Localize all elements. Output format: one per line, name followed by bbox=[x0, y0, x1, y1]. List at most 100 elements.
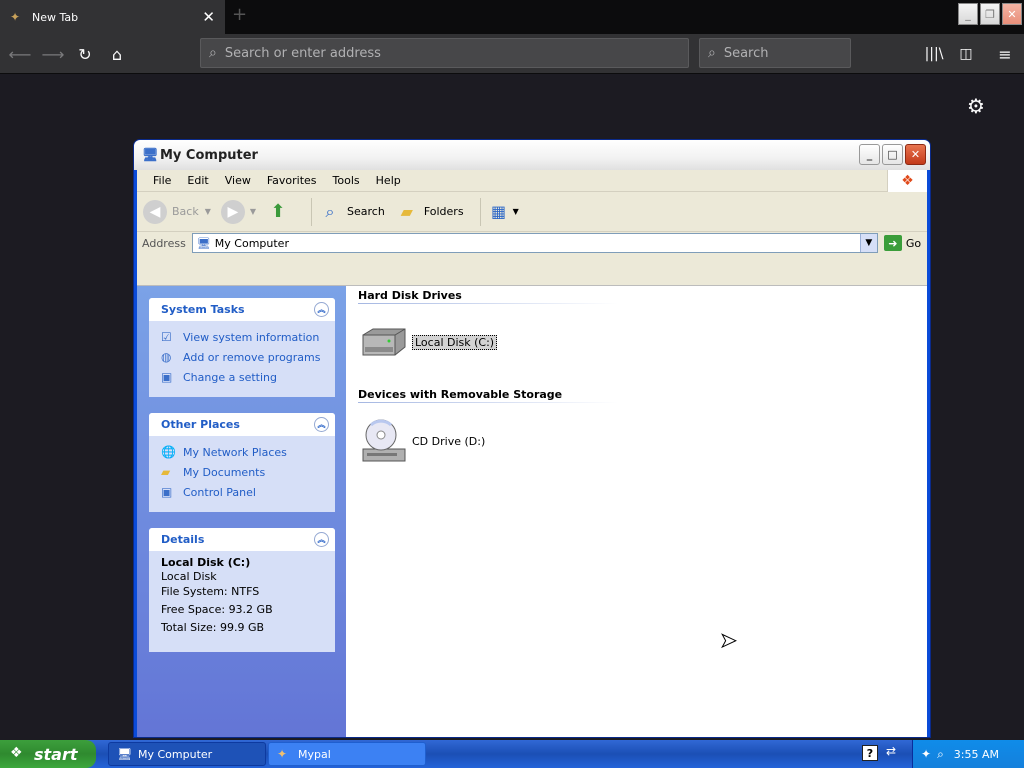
search-placeholder: Search bbox=[723, 45, 769, 61]
go-arrow-icon: ➜ bbox=[883, 235, 902, 251]
sidebar-icon[interactable]: ◫ bbox=[955, 43, 977, 65]
other-places-header[interactable]: Other Places ︽ bbox=[149, 413, 335, 436]
forward-arrow-icon[interactable]: ⟶ bbox=[42, 43, 65, 65]
help-icon[interactable]: ? bbox=[862, 745, 878, 761]
tab-new-tab[interactable]: ✦ New Tab ✕ bbox=[0, 0, 225, 34]
folders-button[interactable]: ▰ Folders bbox=[395, 200, 464, 224]
views-dropdown-icon[interactable]: ▼ bbox=[513, 207, 519, 216]
my-computer-window: 🖥 My Computer _ □ ✕ File Edit View Favor… bbox=[133, 139, 931, 738]
menu-tools[interactable]: Tools bbox=[325, 174, 368, 187]
window-title: My Computer bbox=[160, 147, 258, 163]
system-tasks-title: System Tasks bbox=[161, 303, 245, 316]
forward-button[interactable]: ▶ ▼ bbox=[220, 199, 256, 224]
address-label: Address bbox=[142, 236, 186, 250]
gear-icon[interactable]: ⚙ bbox=[967, 94, 985, 118]
network-places-icon: 🌐 bbox=[161, 445, 176, 459]
collapse-chevron-icon[interactable]: ︽ bbox=[314, 302, 329, 317]
search-button[interactable]: ⌕ Search bbox=[318, 200, 385, 224]
menu-help[interactable]: Help bbox=[368, 174, 409, 187]
computer-icon: 🖥 bbox=[117, 747, 133, 761]
network-icon[interactable]: ⇄ bbox=[886, 744, 896, 758]
drive-label: Local Disk (C:) bbox=[412, 334, 498, 350]
start-button[interactable]: ❖ start bbox=[0, 740, 96, 768]
search-icon: ⌕ bbox=[209, 45, 217, 61]
details-panel: Details ︽ Local Disk (C:) Local Disk Fil… bbox=[149, 528, 335, 652]
menu-view[interactable]: View bbox=[217, 174, 259, 187]
drive-cd-d[interactable]: CD Drive (D:) bbox=[358, 416, 485, 466]
menu-file[interactable]: File bbox=[145, 174, 179, 187]
windows-flag-icon: ❖ bbox=[10, 745, 23, 761]
xp-maximize-button[interactable]: □ bbox=[882, 144, 903, 165]
taskbar-item-label: Mypal bbox=[298, 747, 331, 761]
back-button[interactable]: ◀ Back ▼ bbox=[143, 199, 211, 224]
taskbar: ❖ start 🖥 My Computer ✦ Mypal ? ⇄ ✦ ⌕ 3:… bbox=[0, 740, 1024, 768]
start-label: start bbox=[34, 744, 78, 764]
collapse-chevron-icon[interactable]: ︽ bbox=[314, 532, 329, 547]
up-folder-icon: ⬆ bbox=[270, 201, 286, 222]
other-places-panel: Other Places ︽ 🌐 My Network Places ▰ My … bbox=[149, 413, 335, 512]
forward-dropdown-icon[interactable]: ▼ bbox=[250, 207, 256, 216]
up-folder-button[interactable]: ⬆ bbox=[266, 200, 295, 224]
address-dropdown-icon[interactable]: ▼ bbox=[859, 234, 877, 252]
details-type: Local Disk bbox=[161, 570, 217, 583]
group-divider bbox=[358, 402, 618, 403]
window-body: File Edit View Favorites Tools Help ❖ ◀ … bbox=[137, 170, 927, 737]
taskbar-item-my-computer[interactable]: 🖥 My Computer bbox=[108, 742, 266, 766]
menu-icon[interactable]: ≡ bbox=[994, 43, 1016, 65]
details-header[interactable]: Details ︽ bbox=[149, 528, 335, 551]
place-label: My Documents bbox=[183, 465, 266, 479]
task-add-remove-programs[interactable]: ◍ Add or remove programs bbox=[149, 347, 335, 367]
task-change-setting[interactable]: ▣ Change a setting bbox=[149, 367, 335, 387]
browser-tab-bar: ✦ New Tab ✕ + _ ❐ ✕ bbox=[0, 0, 1024, 34]
close-tab-icon[interactable]: ✕ bbox=[202, 8, 215, 26]
new-tab-button[interactable]: + bbox=[232, 4, 247, 25]
search-bar[interactable]: ⌕ Search bbox=[699, 38, 851, 68]
drive-local-disk-c[interactable]: Local Disk (C:) bbox=[358, 317, 498, 367]
toolbar-separator bbox=[479, 197, 481, 226]
task-view-system-info[interactable]: ☑ View system information bbox=[149, 327, 335, 347]
details-body: Local Disk (C:) Local Disk File System: … bbox=[149, 551, 335, 647]
menu-edit[interactable]: Edit bbox=[179, 174, 216, 187]
menu-favorites[interactable]: Favorites bbox=[259, 174, 325, 187]
collapse-chevron-icon[interactable]: ︽ bbox=[314, 417, 329, 432]
back-dropdown-icon[interactable]: ▼ bbox=[205, 207, 211, 216]
url-bar[interactable]: ⌕ Search or enter address bbox=[200, 38, 689, 68]
toolbar-separator bbox=[311, 197, 313, 226]
back-arrow-icon[interactable]: ⟵ bbox=[9, 43, 32, 65]
back-label: Back bbox=[172, 205, 199, 218]
computer-icon: 🖥 bbox=[142, 148, 159, 163]
taskbar-item-label: My Computer bbox=[138, 747, 213, 761]
drive-label: CD Drive (D:) bbox=[412, 434, 486, 448]
group-divider bbox=[358, 303, 618, 304]
close-window-button[interactable]: ✕ bbox=[1002, 3, 1022, 25]
views-button[interactable]: ▦ ▼ bbox=[487, 200, 519, 224]
xp-minimize-button[interactable]: _ bbox=[859, 144, 880, 165]
browser-toolbar: ⟵ ⟶ ↻ ⌂ ⌕ Search or enter address ⌕ Sear… bbox=[0, 34, 1024, 74]
place-my-documents[interactable]: ▰ My Documents bbox=[149, 462, 335, 482]
library-icon[interactable]: |||\ bbox=[923, 43, 945, 65]
go-button[interactable]: ➜ Go bbox=[883, 235, 921, 251]
address-value: My Computer bbox=[214, 236, 289, 250]
tab-title: New Tab bbox=[32, 10, 79, 24]
reload-icon[interactable]: ↻ bbox=[74, 43, 96, 65]
window-title-bar[interactable]: 🖥 My Computer _ □ ✕ bbox=[134, 140, 930, 170]
tray-search-icon[interactable]: ⌕ bbox=[937, 747, 944, 762]
search-label: Search bbox=[347, 205, 385, 218]
place-control-panel[interactable]: ▣ Control Panel bbox=[149, 482, 335, 502]
xp-close-button[interactable]: ✕ bbox=[905, 144, 926, 165]
address-field[interactable]: 🖥 My Computer ▼ bbox=[191, 233, 878, 253]
tray-app-icon[interactable]: ✦ bbox=[921, 747, 931, 761]
system-tasks-panel: System Tasks ︽ ☑ View system information… bbox=[149, 298, 335, 397]
taskbar-item-mypal[interactable]: ✦ Mypal bbox=[268, 742, 426, 766]
url-placeholder: Search or enter address bbox=[224, 45, 381, 61]
minimize-button[interactable]: _ bbox=[958, 3, 978, 25]
windows-logo-icon: ❖ bbox=[887, 170, 927, 192]
file-list-area[interactable]: Hard Disk Drives Local Disk (C:) Devices… bbox=[346, 286, 927, 737]
restore-button[interactable]: ❐ bbox=[980, 3, 1000, 25]
place-my-network-places[interactable]: 🌐 My Network Places bbox=[149, 442, 335, 462]
system-tasks-header[interactable]: System Tasks ︽ bbox=[149, 298, 335, 321]
home-icon[interactable]: ⌂ bbox=[106, 43, 128, 65]
computer-icon: 🖥 bbox=[196, 236, 211, 250]
group-header-removable: Devices with Removable Storage bbox=[358, 388, 563, 401]
details-file-system: File System: NTFS bbox=[161, 585, 260, 598]
